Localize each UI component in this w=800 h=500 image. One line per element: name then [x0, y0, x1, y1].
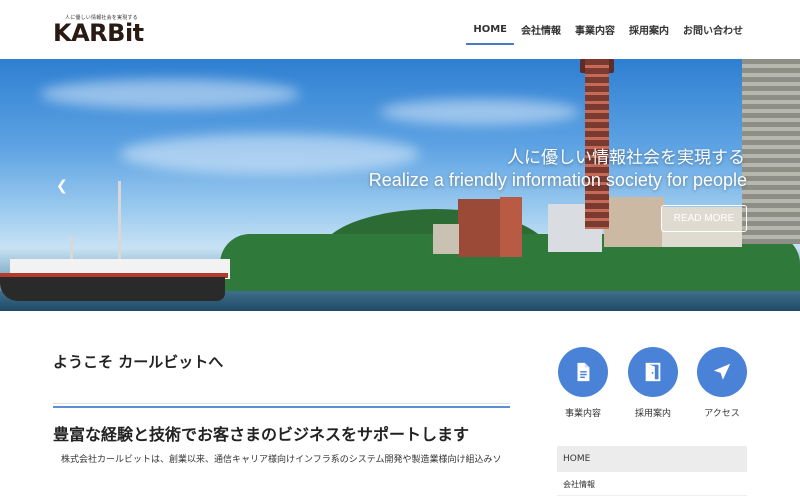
site-header: 人に優しい情報社会を実現する KARBit HOME 会社情報 事業内容 採用案…	[0, 0, 800, 59]
cloud	[40, 79, 300, 109]
side-menu-company[interactable]: 会社情報	[557, 474, 747, 496]
access-label: アクセス	[704, 409, 740, 419]
shortcut-access[interactable]: アクセス	[696, 347, 748, 419]
business-label: 事業内容	[564, 409, 601, 419]
side-menu-home[interactable]: HOME	[557, 446, 747, 472]
building	[604, 197, 664, 247]
cloud	[380, 99, 580, 125]
business-button[interactable]	[558, 347, 608, 397]
intro-text: 株式会社カールビットは、創業以来、通信キャリア様向けインフラ系のシステム開発や製…	[61, 455, 502, 465]
building	[500, 197, 522, 257]
divider-accent	[53, 406, 510, 408]
document-icon	[577, 362, 590, 382]
ship-mast	[118, 181, 121, 261]
shortcut-business[interactable]: 事業内容	[557, 347, 609, 419]
cloud	[120, 134, 420, 174]
access-button[interactable]	[697, 347, 747, 397]
door-icon	[645, 362, 661, 382]
building	[433, 224, 459, 254]
recruit-label: 採用案内	[634, 409, 671, 419]
hero-title-en: Realize a friendly information society f…	[368, 170, 747, 190]
welcome-heading: ようこそ カールビットへ	[53, 353, 224, 371]
nav-business[interactable]: 事業内容	[568, 0, 622, 59]
nav-home[interactable]: HOME	[466, 0, 514, 59]
hero-title-ja: 人に優しい情報社会を実現する	[507, 148, 745, 168]
location-arrow-icon	[713, 363, 731, 380]
logo[interactable]: 人に優しい情報社会を実現する KARBit	[53, 14, 163, 47]
ship-mast	[70, 237, 73, 261]
main-nav: HOME 会社情報 事業内容 採用案内 お問い合わせ	[466, 0, 750, 59]
building	[458, 199, 504, 257]
hero-slider: ❮ 人に優しい情報社会を実現する Realize a friendly info…	[0, 59, 800, 311]
recruit-button[interactable]	[628, 347, 678, 397]
divider	[53, 403, 510, 404]
read-more-button[interactable]: READ MORE	[661, 205, 747, 232]
section-headline: 豊富な経験と技術でお客さまのビジネスをサポートします	[53, 425, 470, 444]
ship-hull	[0, 277, 225, 301]
nav-company[interactable]: 会社情報	[514, 0, 568, 59]
nav-contact[interactable]: お問い合わせ	[676, 0, 750, 59]
nav-recruit[interactable]: 採用案内	[622, 0, 676, 59]
tall-building	[742, 59, 800, 244]
chevron-left-icon[interactable]: ❮	[56, 178, 68, 194]
logo-text: KARBit	[53, 19, 144, 47]
shortcut-recruit[interactable]: 採用案内	[627, 347, 679, 419]
